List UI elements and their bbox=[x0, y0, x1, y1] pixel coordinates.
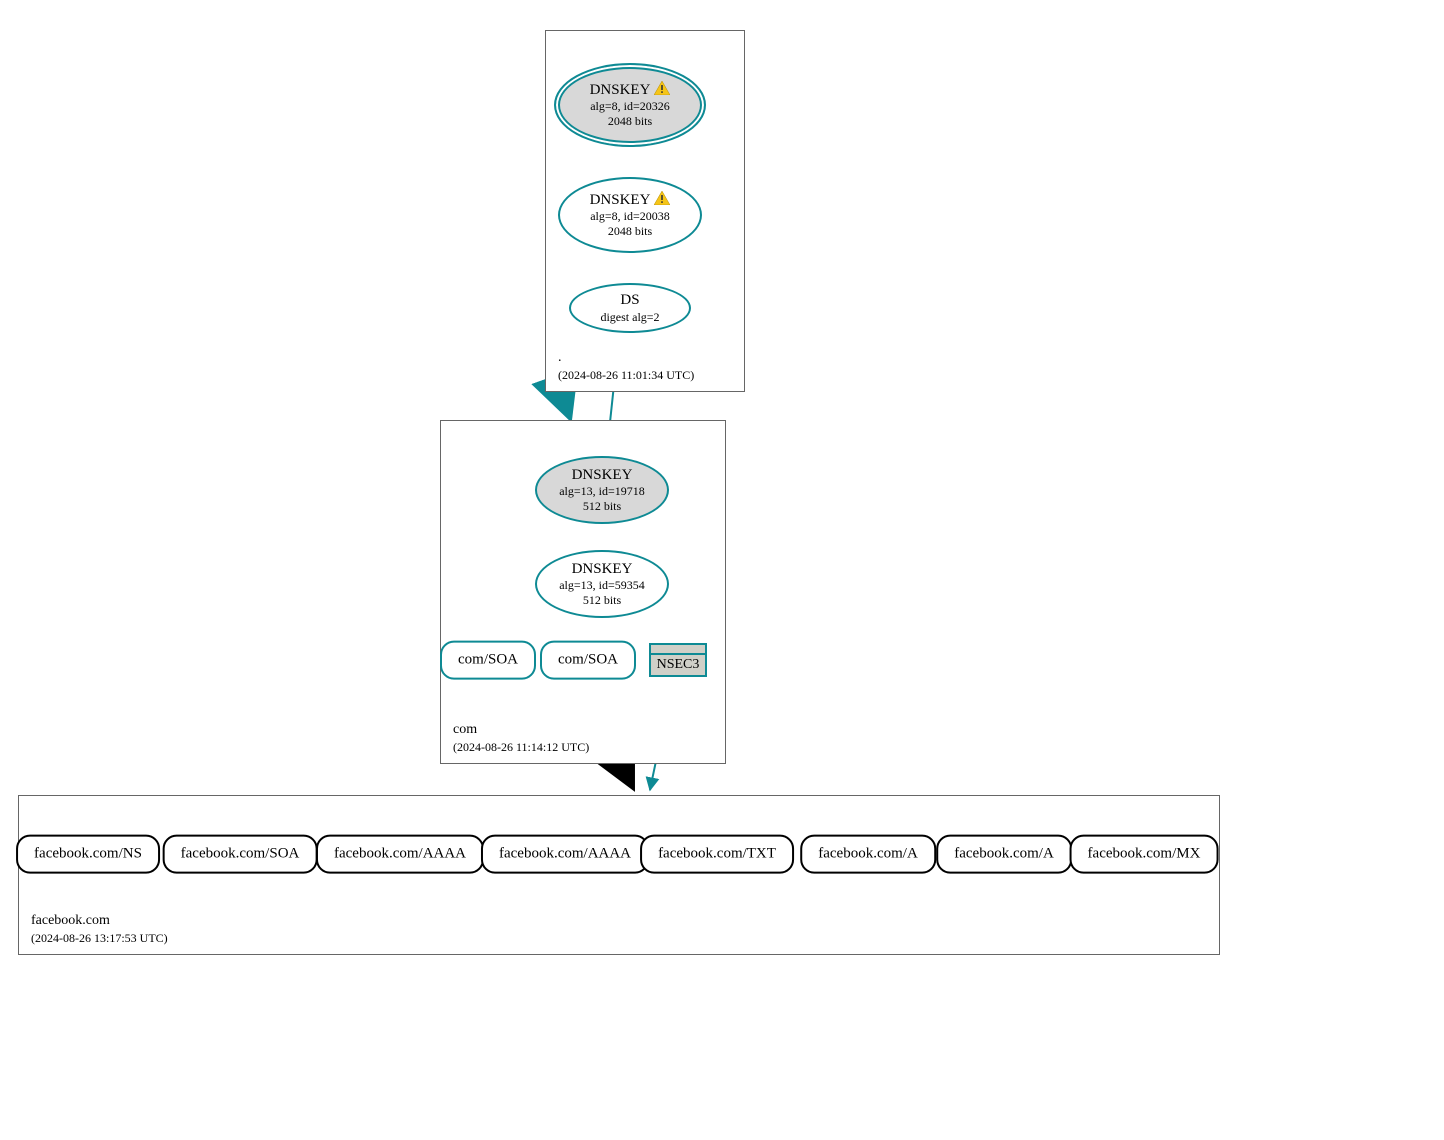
com-soa1-label: com/SOA bbox=[440, 641, 536, 680]
root-zsk-alg: alg=8, id=20038 bbox=[590, 209, 670, 224]
fb-aaaa1-node[interactable]: facebook.com/AAAA bbox=[316, 835, 484, 874]
fb-aaaa1-label: facebook.com/AAAA bbox=[316, 835, 484, 874]
com-soa1-node[interactable]: com/SOA bbox=[440, 641, 536, 680]
zone-com-label: com (2024-08-26 11:14:12 UTC) bbox=[453, 722, 589, 755]
root-ds-title: DS bbox=[620, 291, 639, 310]
root-ksk-title: DNSKEY bbox=[590, 81, 671, 100]
zone-facebook-name: facebook.com bbox=[31, 913, 110, 928]
root-zsk-title: DNSKEY bbox=[590, 191, 671, 210]
nsec3-label: NSEC3 bbox=[649, 653, 707, 677]
com-zsk-title: DNSKEY bbox=[572, 560, 633, 579]
com-ksk-alg: alg=13, id=19718 bbox=[559, 484, 645, 499]
fb-txt-node[interactable]: facebook.com/TXT bbox=[640, 835, 794, 874]
fb-ns-node[interactable]: facebook.com/NS bbox=[16, 835, 160, 874]
warning-icon bbox=[654, 191, 670, 205]
zone-com-name: com bbox=[453, 722, 477, 737]
nsec3-tab bbox=[649, 643, 707, 653]
fb-soa-label: facebook.com/SOA bbox=[163, 835, 318, 874]
fb-mx-node[interactable]: facebook.com/MX bbox=[1070, 835, 1219, 874]
root-ksk-bits: 2048 bits bbox=[608, 114, 652, 129]
com-zsk-node[interactable]: DNSKEY alg=13, id=59354 512 bits bbox=[535, 550, 669, 618]
com-ksk-node[interactable]: DNSKEY alg=13, id=19718 512 bits bbox=[535, 456, 669, 524]
fb-a1-label: facebook.com/A bbox=[800, 835, 936, 874]
zone-com-ts: (2024-08-26 11:14:12 UTC) bbox=[453, 740, 589, 755]
root-ksk-alg: alg=8, id=20326 bbox=[590, 99, 670, 114]
root-zsk-node[interactable]: DNSKEY alg=8, id=20038 2048 bits bbox=[558, 177, 702, 253]
fb-txt-label: facebook.com/TXT bbox=[640, 835, 794, 874]
com-soa2-node[interactable]: com/SOA bbox=[540, 641, 636, 680]
fb-aaaa2-label: facebook.com/AAAA bbox=[481, 835, 649, 874]
fb-mx-label: facebook.com/MX bbox=[1070, 835, 1219, 874]
root-ds-node[interactable]: DS digest alg=2 bbox=[569, 283, 691, 333]
root-ksk-node[interactable]: DNSKEY alg=8, id=20326 2048 bits bbox=[554, 63, 706, 147]
fb-ns-label: facebook.com/NS bbox=[16, 835, 160, 874]
zone-root-label: . (2024-08-26 11:01:34 UTC) bbox=[558, 350, 694, 383]
com-zsk-bits: 512 bits bbox=[583, 593, 621, 608]
fb-a2-label: facebook.com/A bbox=[936, 835, 1072, 874]
zone-facebook-label: facebook.com (2024-08-26 13:17:53 UTC) bbox=[31, 913, 168, 946]
zone-facebook-ts: (2024-08-26 13:17:53 UTC) bbox=[31, 931, 168, 946]
zone-root-ts: (2024-08-26 11:01:34 UTC) bbox=[558, 368, 694, 383]
root-ds-alg: digest alg=2 bbox=[600, 310, 659, 325]
com-ksk-bits: 512 bits bbox=[583, 499, 621, 514]
fb-a2-node[interactable]: facebook.com/A bbox=[936, 835, 1072, 874]
dnssec-graph: . (2024-08-26 11:01:34 UTC) DNSKEY alg=8… bbox=[10, 10, 1434, 1130]
root-zsk-bits: 2048 bits bbox=[608, 224, 652, 239]
com-ksk-title: DNSKEY bbox=[572, 466, 633, 485]
fb-a1-node[interactable]: facebook.com/A bbox=[800, 835, 936, 874]
com-soa2-label: com/SOA bbox=[540, 641, 636, 680]
fb-soa-node[interactable]: facebook.com/SOA bbox=[163, 835, 318, 874]
com-nsec3-node[interactable]: NSEC3 bbox=[649, 643, 707, 677]
com-zsk-alg: alg=13, id=59354 bbox=[559, 578, 645, 593]
fb-aaaa2-node[interactable]: facebook.com/AAAA bbox=[481, 835, 649, 874]
warning-icon bbox=[654, 81, 670, 95]
zone-root-name: . bbox=[558, 350, 562, 365]
zone-facebook: facebook.com (2024-08-26 13:17:53 UTC) bbox=[18, 795, 1220, 955]
